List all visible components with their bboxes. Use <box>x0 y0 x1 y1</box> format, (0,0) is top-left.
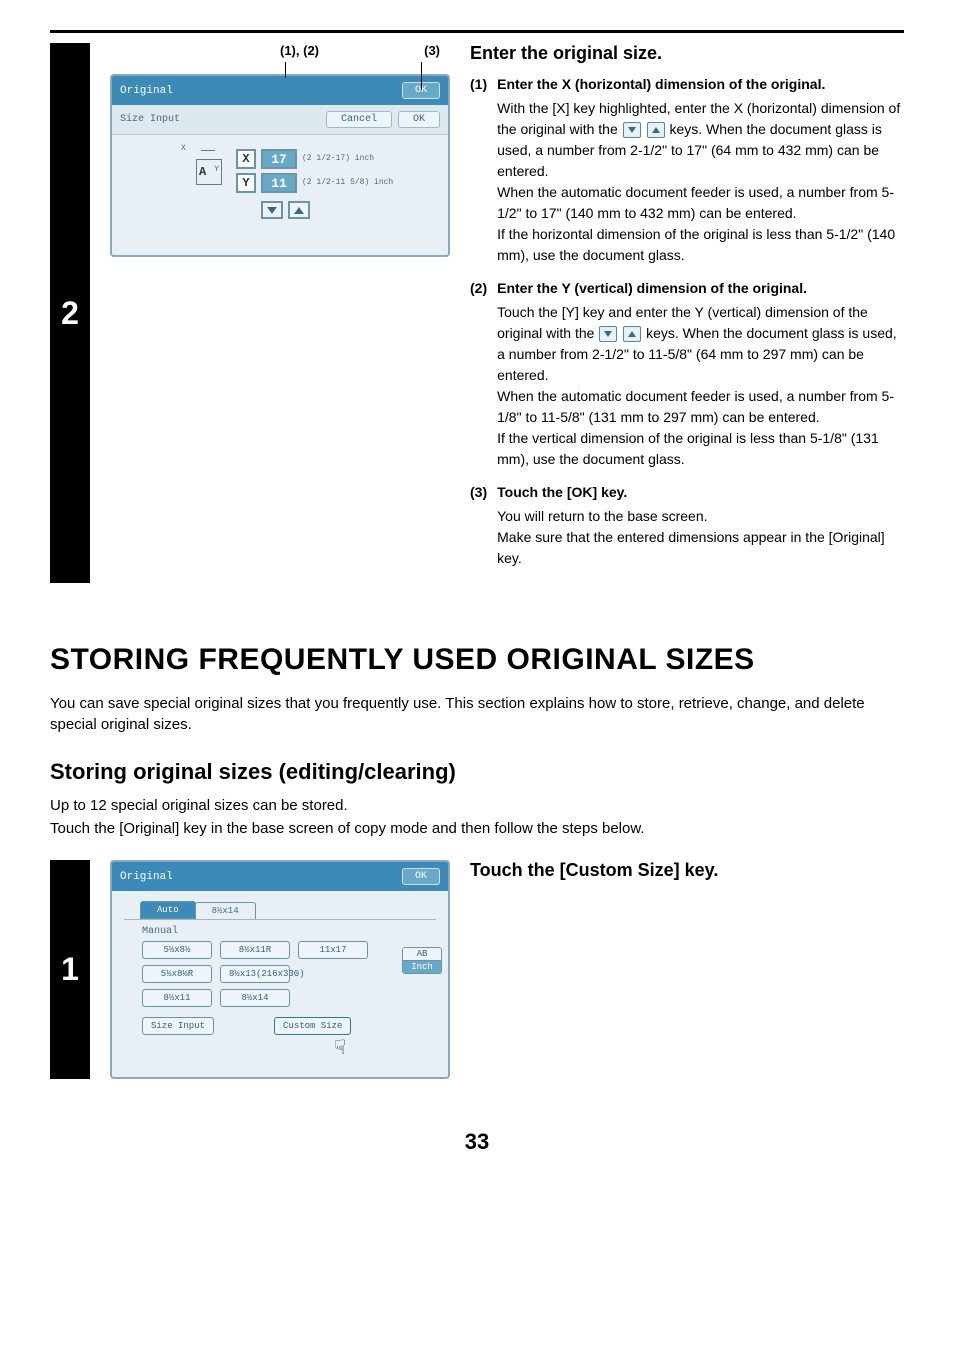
callout-lines <box>110 62 450 78</box>
panel-title: Original <box>120 85 173 97</box>
step-number: 1 <box>61 951 79 988</box>
step-number-cell: 2 <box>50 43 90 583</box>
x-row: X 17 (2 1/2-17) inch <box>236 149 393 169</box>
subsection-desc: Up to 12 special original sizes can be s… <box>50 795 904 840</box>
size-presets: 5½x8½ 8½x11R 11x17 5½x8½R 8½x13(216x330)… <box>142 941 436 1007</box>
preset-8-5x11[interactable]: 8½x11 <box>142 989 212 1007</box>
decrement-button[interactable] <box>261 201 283 219</box>
ab-label: AB <box>403 948 441 961</box>
size-input-panel: Original OK Size Input Cancel OK XAY <box>110 74 450 257</box>
substep-1-num: (1) <box>470 76 487 266</box>
section-title: STORING FREQUENTLY USED ORIGINAL SIZES <box>50 643 904 677</box>
page-number: 33 <box>50 1129 904 1155</box>
step2-text: Enter the original size. (1) Enter the X… <box>470 43 904 583</box>
step-number-cell: 1 <box>50 860 90 1079</box>
x-key[interactable]: X <box>236 149 256 169</box>
subsection-title: Storing original sizes (editing/clearing… <box>50 759 904 785</box>
substep-3-text: You will return to the base screen. Make… <box>497 506 904 569</box>
section-desc: You can save special original sizes that… <box>50 693 904 735</box>
substep-2-text: Touch the [Y] key and enter the Y (verti… <box>497 302 904 470</box>
x-range: (2 1/2-17) inch <box>302 155 374 164</box>
panel-title: Original <box>120 871 173 883</box>
down-key-icon <box>623 122 641 138</box>
callout-row: (1), (2) (3) <box>110 43 450 62</box>
step-1: 1 Original OK Auto 8½x14 Manual 5½x8½ <box>50 860 904 1079</box>
preset-8-5x11r[interactable]: 8½x11R <box>220 941 290 959</box>
increment-button[interactable] <box>288 201 310 219</box>
substep-1-head: Enter the X (horizontal) dimension of th… <box>497 76 904 92</box>
down-key-icon <box>599 326 617 342</box>
step-number: 2 <box>61 295 79 332</box>
callout-1-2: (1), (2) <box>280 43 319 58</box>
ab-inch-toggle[interactable]: AB Inch <box>402 947 442 974</box>
preset-11x17[interactable]: 11x17 <box>298 941 368 959</box>
up-key-icon <box>623 326 641 342</box>
step-2: 2 (1), (2) (3) Original OK Size Input Ca <box>50 43 904 583</box>
ok-button[interactable]: OK <box>398 111 440 128</box>
substep-2-num: (2) <box>470 280 487 470</box>
substep-3-num: (3) <box>470 484 487 569</box>
step1-title: Touch the [Custom Size] key. <box>470 860 904 881</box>
preset-5-5x8-5[interactable]: 5½x8½ <box>142 941 212 959</box>
hand-cursor-icon: ☟ <box>244 1035 436 1061</box>
tab-auto-doc[interactable]: 8½x14 <box>195 902 256 919</box>
cancel-button[interactable]: Cancel <box>326 111 392 128</box>
substep-1-text: With the [X] key highlighted, enter the … <box>497 98 904 266</box>
inch-label: Inch <box>403 961 441 973</box>
substep-3-head: Touch the [OK] key. <box>497 484 904 500</box>
original-panel: Original OK Auto 8½x14 Manual 5½x8½ 8½x1… <box>110 860 450 1079</box>
substep-2-head: Enter the Y (vertical) dimension of the … <box>497 280 904 296</box>
preset-5-5x8-5r[interactable]: 5½x8½R <box>142 965 212 983</box>
up-key-icon <box>647 122 665 138</box>
y-value: 11 <box>261 173 297 193</box>
paper-orientation-icon: XAY <box>196 159 222 185</box>
y-key[interactable]: Y <box>236 173 256 193</box>
chevron-up-icon <box>294 207 304 214</box>
preset-8-5x14[interactable]: 8½x14 <box>220 989 290 1007</box>
tab-deck: Auto 8½x14 <box>124 901 436 920</box>
callout-3: (3) <box>424 43 440 58</box>
custom-size-button[interactable]: Custom Size <box>274 1017 351 1035</box>
y-row: Y 11 (2 1/2-11 5/8) inch <box>236 173 393 193</box>
size-input-screenshot-wrap: (1), (2) (3) Original OK Size Input Canc… <box>110 43 450 583</box>
step2-title: Enter the original size. <box>470 43 904 64</box>
ok-button[interactable]: OK <box>402 868 440 885</box>
manual-label: Manual <box>142 926 436 937</box>
size-input-button[interactable]: Size Input <box>142 1017 214 1035</box>
y-range: (2 1/2-11 5/8) inch <box>302 179 393 188</box>
x-value: 17 <box>261 149 297 169</box>
step1-text: Touch the [Custom Size] key. <box>470 860 904 1079</box>
original-screenshot-wrap: Original OK Auto 8½x14 Manual 5½x8½ 8½x1… <box>110 860 450 1079</box>
tab-auto[interactable]: Auto <box>140 901 196 919</box>
chevron-down-icon <box>267 207 277 214</box>
size-input-label: Size Input <box>120 114 180 125</box>
preset-8-5x13[interactable]: 8½x13(216x330) <box>220 965 290 983</box>
